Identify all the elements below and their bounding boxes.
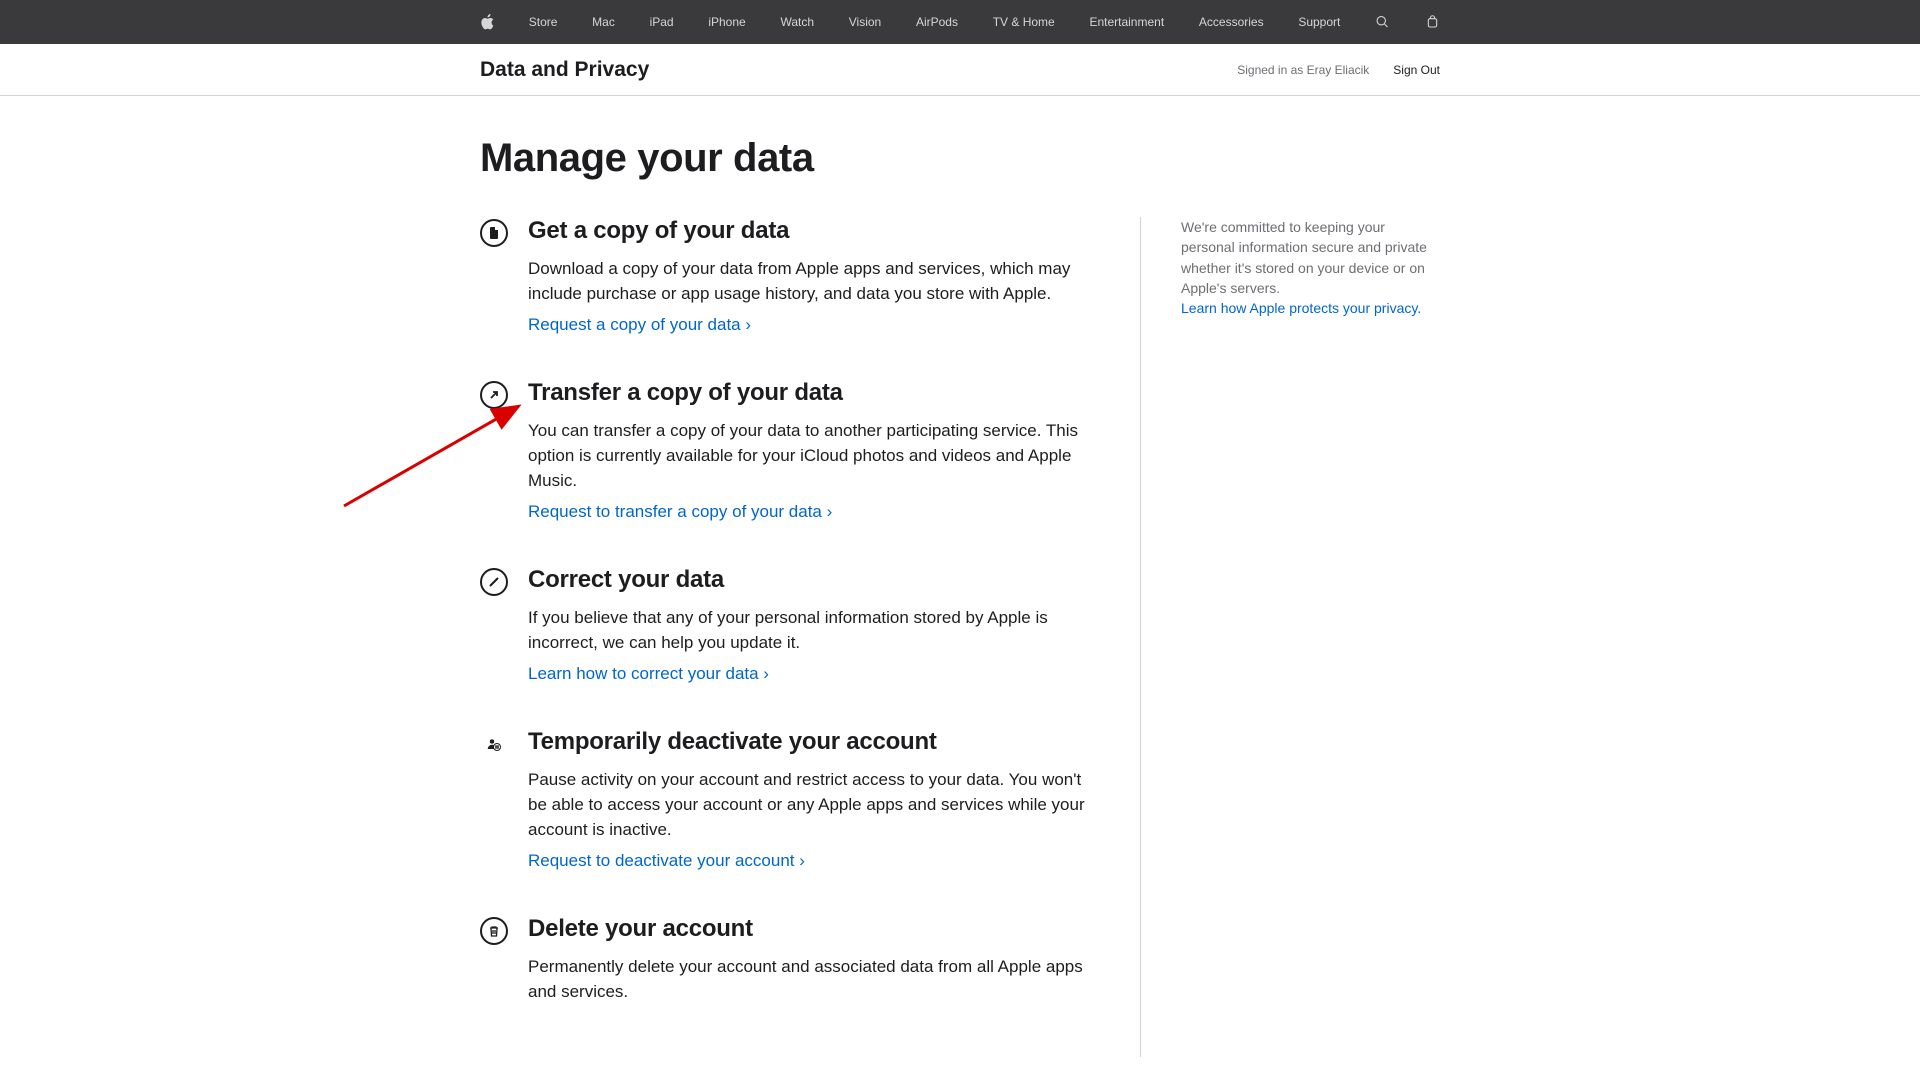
bag-icon[interactable] bbox=[1425, 13, 1440, 31]
nav-ipad[interactable]: iPad bbox=[650, 15, 674, 29]
layout: Get a copy of your data Download a copy … bbox=[480, 217, 1440, 1057]
apple-logo-icon[interactable] bbox=[480, 13, 494, 31]
deactivate-account-link[interactable]: Request to deactivate your account bbox=[528, 851, 805, 870]
section-title: Correct your data bbox=[528, 566, 1100, 594]
sign-out-link[interactable]: Sign Out bbox=[1393, 63, 1440, 77]
section-desc: Pause activity on your account and restr… bbox=[528, 768, 1100, 843]
section-transfer: Transfer a copy of your data You can tra… bbox=[480, 379, 1100, 522]
global-nav: Store Mac iPad iPhone Watch Vision AirPo… bbox=[0, 0, 1920, 44]
trash-icon bbox=[480, 917, 508, 945]
nav-entertainment[interactable]: Entertainment bbox=[1089, 15, 1164, 29]
section-body: Transfer a copy of your data You can tra… bbox=[528, 379, 1100, 522]
sidebar-text: We're committed to keeping your personal… bbox=[1181, 217, 1440, 298]
correct-data-link[interactable]: Learn how to correct your data bbox=[528, 664, 769, 683]
nav-tv-home[interactable]: TV & Home bbox=[993, 15, 1055, 29]
section-delete: Delete your account Permanently delete y… bbox=[480, 915, 1100, 1013]
subnav-right: Signed in as Eray Eliacik Sign Out bbox=[1237, 63, 1440, 77]
nav-accessories[interactable]: Accessories bbox=[1199, 15, 1264, 29]
section-desc: If you believe that any of your personal… bbox=[528, 606, 1100, 656]
section-body: Correct your data If you believe that an… bbox=[528, 566, 1100, 684]
sidebar: We're committed to keeping your personal… bbox=[1140, 217, 1440, 1057]
content-inner: Manage your data Get a copy of your data… bbox=[470, 136, 1450, 1057]
subnav-title: Data and Privacy bbox=[480, 58, 649, 82]
section-deactivate: Temporarily deactivate your account Paus… bbox=[480, 728, 1100, 871]
nav-airpods[interactable]: AirPods bbox=[916, 15, 958, 29]
section-desc: Download a copy of your data from Apple … bbox=[528, 257, 1100, 307]
section-desc: Permanently delete your account and asso… bbox=[528, 955, 1100, 1005]
section-title: Transfer a copy of your data bbox=[528, 379, 1100, 407]
sidebar-privacy-link[interactable]: Learn how Apple protects your privacy. bbox=[1181, 300, 1421, 316]
nav-watch[interactable]: Watch bbox=[780, 15, 814, 29]
nav-store[interactable]: Store bbox=[529, 15, 558, 29]
person-pause-icon bbox=[480, 730, 508, 758]
search-icon[interactable] bbox=[1375, 13, 1390, 31]
main-column: Get a copy of your data Download a copy … bbox=[480, 217, 1100, 1057]
section-body: Temporarily deactivate your account Paus… bbox=[528, 728, 1100, 871]
section-correct: Correct your data If you believe that an… bbox=[480, 566, 1100, 684]
document-icon bbox=[480, 219, 508, 247]
page-title: Manage your data bbox=[480, 136, 1440, 181]
signed-in-text: Signed in as Eray Eliacik bbox=[1237, 63, 1369, 77]
nav-mac[interactable]: Mac bbox=[592, 15, 615, 29]
content: Manage your data Get a copy of your data… bbox=[0, 96, 1920, 1077]
pencil-icon bbox=[480, 568, 508, 596]
subnav-inner: Data and Privacy Signed in as Eray Eliac… bbox=[470, 58, 1450, 82]
nav-support[interactable]: Support bbox=[1298, 15, 1340, 29]
section-body: Delete your account Permanently delete y… bbox=[528, 915, 1100, 1013]
request-transfer-link[interactable]: Request to transfer a copy of your data bbox=[528, 502, 832, 521]
section-title: Temporarily deactivate your account bbox=[528, 728, 1100, 756]
nav-iphone[interactable]: iPhone bbox=[708, 15, 745, 29]
request-copy-link[interactable]: Request a copy of your data bbox=[528, 315, 751, 334]
nav-vision[interactable]: Vision bbox=[849, 15, 881, 29]
section-title: Get a copy of your data bbox=[528, 217, 1100, 245]
subnav: Data and Privacy Signed in as Eray Eliac… bbox=[0, 44, 1920, 96]
section-body: Get a copy of your data Download a copy … bbox=[528, 217, 1100, 335]
section-desc: You can transfer a copy of your data to … bbox=[528, 419, 1100, 494]
section-get-copy: Get a copy of your data Download a copy … bbox=[480, 217, 1100, 335]
section-title: Delete your account bbox=[528, 915, 1100, 943]
global-nav-inner: Store Mac iPad iPhone Watch Vision AirPo… bbox=[470, 13, 1450, 31]
arrow-up-right-icon bbox=[480, 381, 508, 409]
